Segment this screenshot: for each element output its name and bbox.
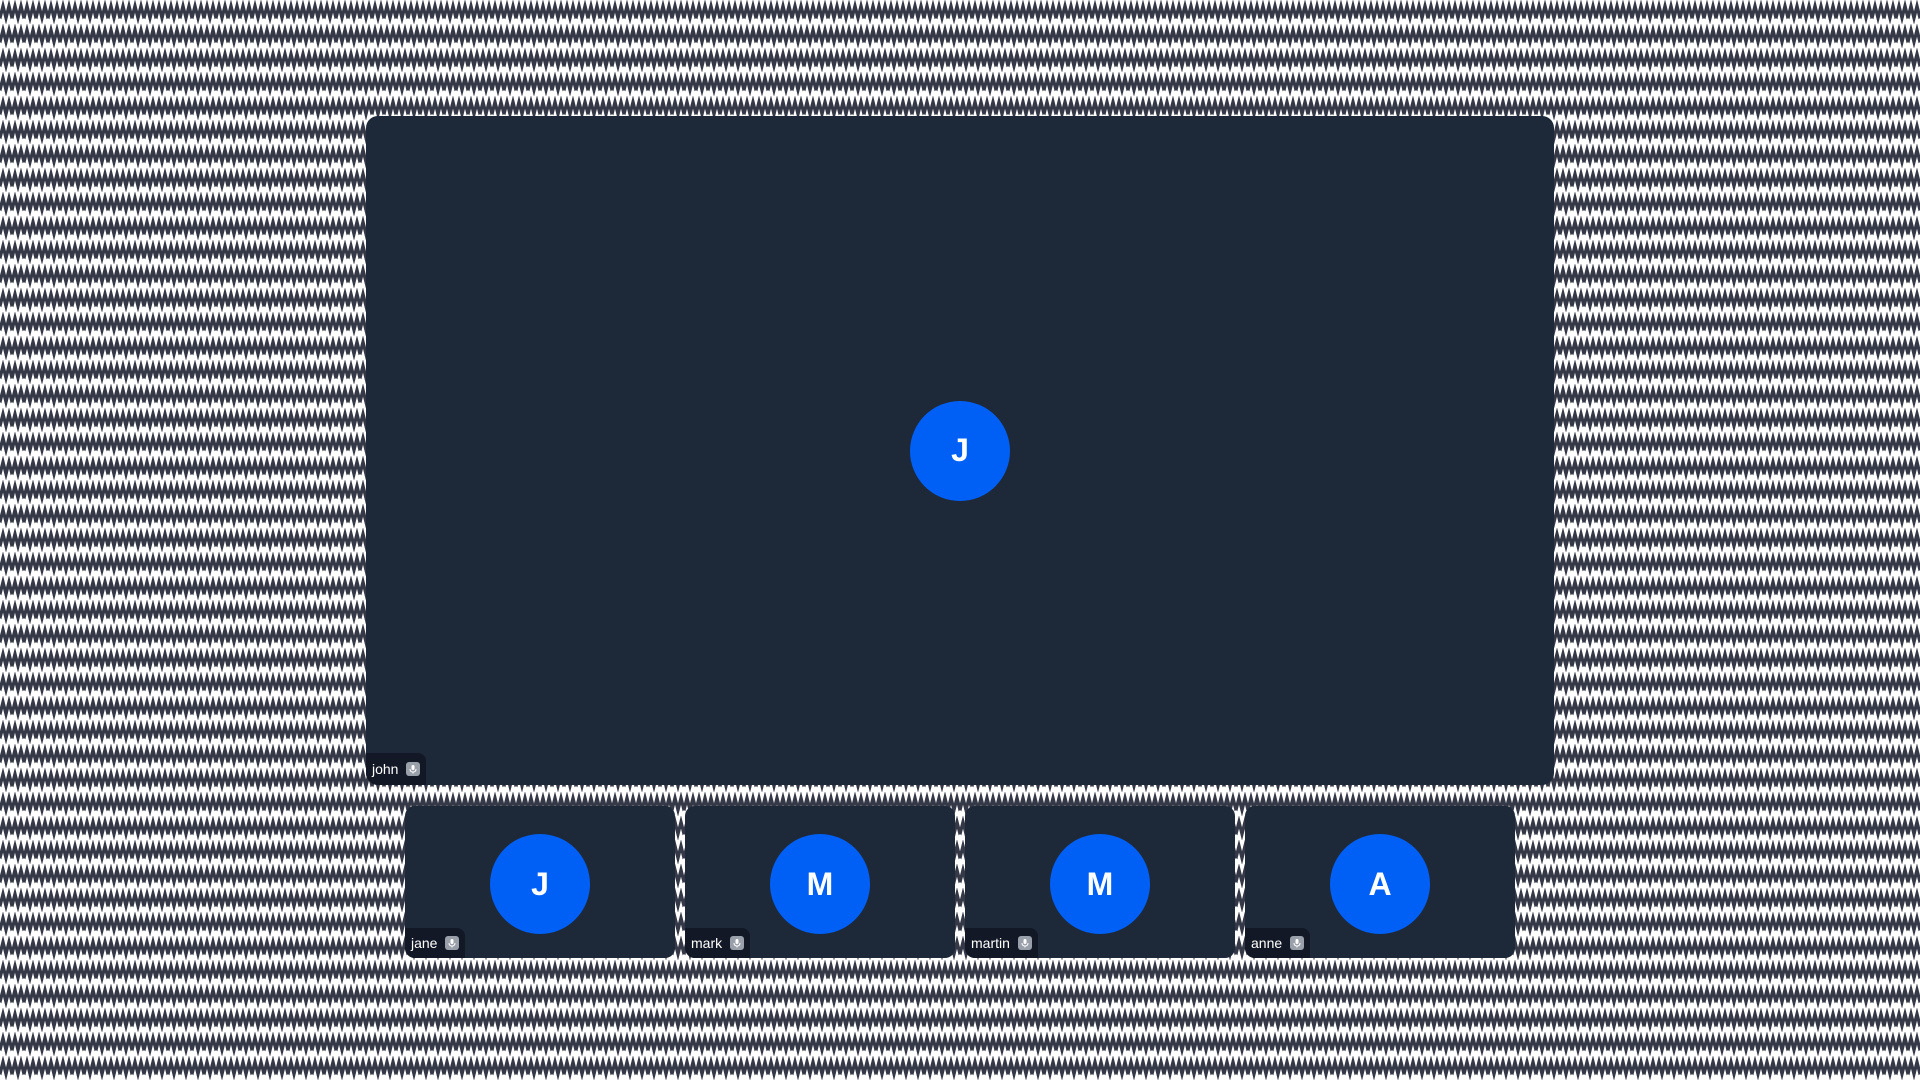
main-video-tile[interactable]: J john xyxy=(366,116,1554,785)
participant-tile-jane[interactable]: J jane xyxy=(405,806,675,958)
participant-tile-martin[interactable]: M martin xyxy=(965,806,1235,958)
mic-icon xyxy=(406,762,421,776)
mic-icon xyxy=(1017,936,1032,950)
mic-icon xyxy=(730,936,745,950)
participant-name: john xyxy=(372,761,399,777)
participant-name-tag: jane xyxy=(405,928,466,958)
avatar: J xyxy=(910,400,1010,501)
participant-name-tag: martin xyxy=(965,928,1038,958)
avatar: M xyxy=(770,834,870,934)
participant-name-tag: mark xyxy=(685,928,751,958)
participant-strip: J jane M mark M martin A anne xyxy=(405,806,1515,958)
participant-tile-anne[interactable]: A anne xyxy=(1245,806,1515,958)
participant-name-tag: john xyxy=(366,753,427,785)
avatar: A xyxy=(1330,834,1430,934)
avatar: J xyxy=(490,834,590,934)
participant-name: jane xyxy=(411,935,438,951)
participant-name-tag: anne xyxy=(1245,928,1311,958)
participant-name: mark xyxy=(691,935,723,951)
participant-name: anne xyxy=(1251,935,1283,951)
mic-icon xyxy=(445,936,460,950)
participant-tile-mark[interactable]: M mark xyxy=(685,806,955,958)
participant-name: martin xyxy=(971,935,1010,951)
mic-icon xyxy=(1290,936,1305,950)
avatar: M xyxy=(1050,834,1150,934)
